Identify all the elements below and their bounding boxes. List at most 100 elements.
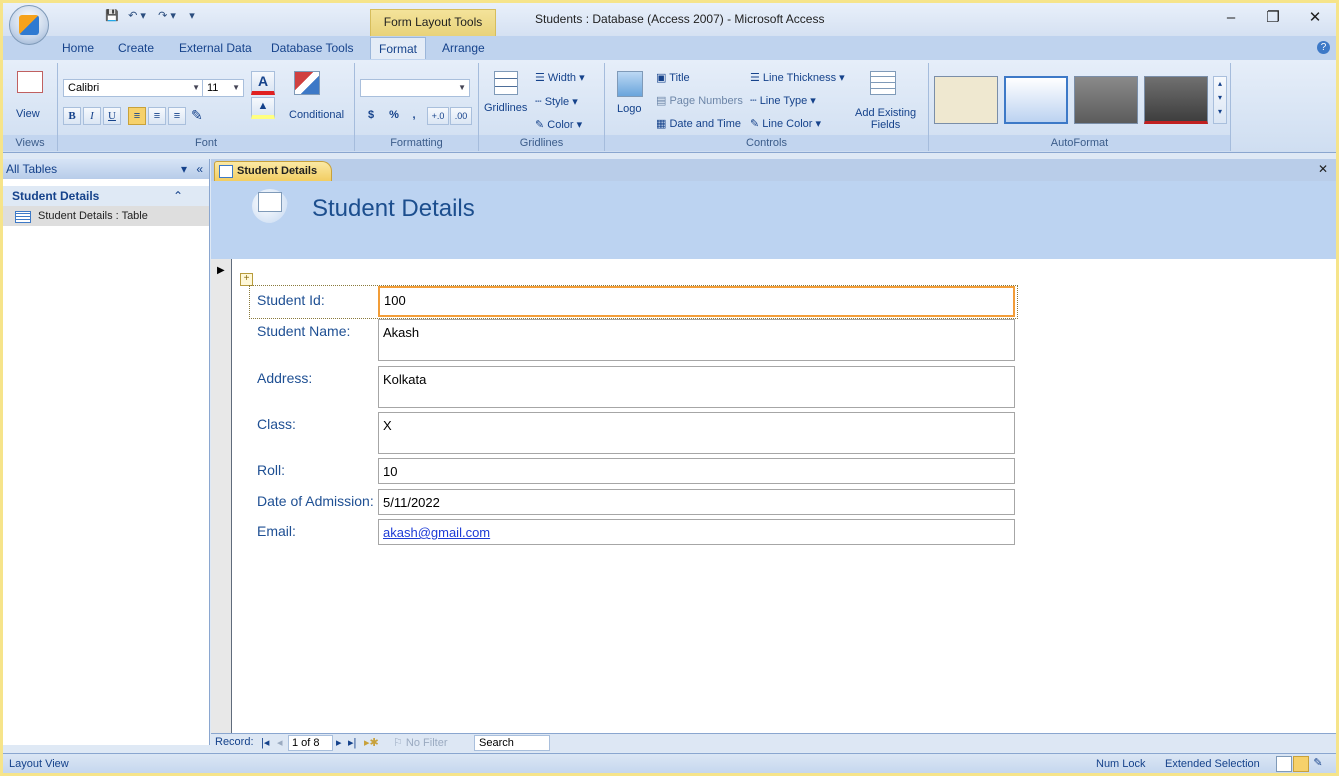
logo-icon	[617, 71, 643, 97]
tab-create[interactable]: Create	[118, 41, 154, 55]
line-color-button[interactable]: ✎ Line Color ▾	[750, 117, 821, 130]
gridline-color-button[interactable]: ✎ Color ▾	[535, 118, 582, 131]
add-existing-fields-button[interactable]: Add Existing Fields	[855, 107, 916, 131]
form-view-button[interactable]	[1276, 756, 1292, 772]
email-label: Email:	[257, 523, 296, 539]
roll-label: Roll:	[257, 462, 286, 478]
ribbon: View Views Calibri ▼ 11 ▼ A ▲ B I U ≡ ≡ ≡ …	[3, 60, 1336, 153]
percent-button[interactable]: %	[384, 107, 404, 125]
fill-color-button[interactable]: ▲	[251, 97, 275, 119]
tab-format[interactable]: Format	[370, 37, 427, 59]
comma-button[interactable]: ,	[406, 107, 422, 125]
conditional-button[interactable]: Conditional	[289, 109, 344, 121]
logo-button[interactable]: Logo	[617, 103, 641, 115]
shutter-bar-close-icon[interactable]: «	[196, 159, 203, 179]
view-button[interactable]: View	[16, 108, 40, 120]
new-record-button[interactable]: ▸✱	[364, 736, 379, 749]
line-type-button[interactable]: ┄ Line Type ▾	[750, 94, 816, 107]
previous-record-button[interactable]: ◂	[277, 736, 283, 749]
layout-view-button[interactable]	[1293, 756, 1309, 772]
tab-external-data[interactable]: External Data	[179, 41, 252, 55]
filter-label: No Filter	[405, 737, 448, 749]
tab-arrange[interactable]: Arrange	[442, 41, 485, 55]
office-button[interactable]	[9, 5, 49, 45]
autoformat-style-4[interactable]	[1144, 76, 1208, 124]
collapse-icon[interactable]: ⌃	[173, 186, 183, 206]
font-color-button[interactable]: A	[251, 71, 275, 95]
autoformat-scroll[interactable]: ▴ ▾ ▾	[1213, 76, 1227, 124]
save-icon[interactable]: 💾	[105, 9, 119, 23]
nav-header[interactable]: All Tables ▾ «	[3, 159, 209, 179]
document-area: Student Details ✕ Student Details ▶ + St…	[211, 159, 1336, 752]
gridlines-button[interactable]: Gridlines	[484, 102, 527, 114]
format-painter-icon[interactable]: ✎	[191, 107, 203, 124]
class-field[interactable]: X	[378, 412, 1015, 454]
align-center-button[interactable]: ≡	[148, 107, 166, 125]
page-numbers-button[interactable]: ▤ Page Numbers	[656, 94, 743, 107]
autoformat-style-3[interactable]	[1074, 76, 1138, 124]
record-selector[interactable]: ▶	[211, 259, 232, 733]
redo-icon[interactable]: ↷ ▾	[155, 9, 179, 23]
tab-home[interactable]: Home	[62, 41, 94, 55]
form-logo-icon	[252, 189, 288, 223]
autoformat-style-1[interactable]	[934, 76, 998, 124]
format-combo[interactable]: ▼	[360, 79, 470, 97]
line-thickness-button[interactable]: ☰ Line Thickness ▾	[750, 71, 845, 84]
student-name-field[interactable]: Akash	[378, 319, 1015, 361]
underline-button[interactable]: U	[103, 107, 121, 125]
conditional-format-icon	[294, 71, 320, 95]
document-tab-bar: Student Details ✕	[211, 159, 1336, 181]
student-id-field[interactable]: 100	[378, 286, 1015, 317]
bold-button[interactable]: B	[63, 107, 81, 125]
font-name-combo[interactable]: Calibri ▼	[63, 79, 204, 97]
title-label: Title	[669, 72, 690, 84]
document-tab-student-details[interactable]: Student Details	[214, 161, 332, 181]
last-record-button[interactable]: ▸|	[348, 736, 356, 749]
date-of-admission-label: Date of Admission:	[257, 493, 374, 509]
currency-button[interactable]: $	[360, 107, 382, 125]
record-label: Record:	[215, 736, 254, 748]
search-box[interactable]: Search	[474, 735, 550, 751]
close-button[interactable]: ✕	[1294, 3, 1336, 33]
group-formatting: ▼ $ % , +.0 .00 Formatting	[355, 63, 479, 151]
line-color-label: Line Color	[762, 118, 813, 130]
filter-indicator[interactable]: ⚐ No Filter	[393, 736, 447, 749]
access-window: 💾 ↶ ▾ ↷ ▾ ▾ Form Layout Tools Students :…	[3, 3, 1336, 773]
first-record-button[interactable]: |◂	[261, 736, 269, 749]
tab-database-tools[interactable]: Database Tools	[271, 41, 354, 55]
office-logo-icon	[19, 15, 39, 35]
undo-icon[interactable]: ↶ ▾	[125, 9, 149, 23]
minimize-button[interactable]: –	[1210, 3, 1252, 33]
design-view-button[interactable]: ✎	[1311, 756, 1325, 770]
title-button[interactable]: ▣ Title	[656, 71, 690, 84]
width-label: Width	[547, 72, 577, 84]
address-field[interactable]: Kolkata	[378, 366, 1015, 408]
italic-button[interactable]: I	[83, 107, 101, 125]
class-label: Class:	[257, 416, 296, 432]
nav-group-student-details[interactable]: Student Details ⌃	[3, 186, 209, 206]
autoformat-style-2[interactable]	[1004, 76, 1068, 124]
group-label-gridlines: Gridlines	[479, 135, 604, 151]
group-autoformat: ▴ ▾ ▾ AutoFormat	[929, 63, 1231, 151]
current-record-field[interactable]: 1 of 8	[288, 735, 333, 751]
align-left-button[interactable]: ≡	[128, 107, 146, 125]
align-right-button[interactable]: ≡	[168, 107, 186, 125]
width-button[interactable]: ☰ Width ▾	[535, 71, 585, 84]
navigation-pane: All Tables ▾ « Student Details ⌃ Student…	[3, 159, 210, 745]
decrease-decimals-button[interactable]: .00	[450, 107, 472, 125]
email-field[interactable]: akash@gmail.com	[378, 519, 1015, 545]
roll-field[interactable]: 10	[378, 458, 1015, 484]
date-of-admission-field[interactable]: 5/11/2022	[378, 489, 1015, 515]
close-document-icon[interactable]: ✕	[1318, 162, 1328, 176]
restore-button[interactable]: ❐	[1252, 3, 1294, 33]
font-size-combo[interactable]: 11 ▼	[202, 79, 244, 97]
nav-item-student-details-table[interactable]: Student Details : Table	[3, 206, 209, 226]
help-icon[interactable]: ?	[1317, 41, 1330, 54]
nav-menu-icon[interactable]: ▾	[181, 159, 187, 179]
form-view-icon	[17, 71, 43, 93]
increase-decimals-button[interactable]: +.0	[427, 107, 449, 125]
date-time-button[interactable]: ▦ Date and Time	[656, 117, 741, 130]
customize-qat-icon[interactable]: ▾	[185, 9, 199, 23]
style-button[interactable]: ┄ Style ▾	[535, 95, 578, 108]
next-record-button[interactable]: ▸	[336, 736, 342, 749]
